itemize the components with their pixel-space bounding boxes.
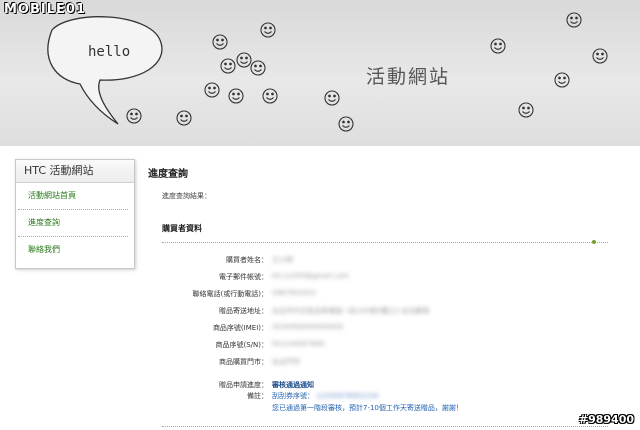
row-value: 台北市中正區忠孝東路一段100號5樓之3 台北郵局 xyxy=(272,307,430,315)
row-value: 刮刮券序號： 12345678901234 xyxy=(272,391,379,401)
sidebar-item-contact[interactable]: 聯絡我們 xyxy=(18,237,128,263)
section-divider xyxy=(162,240,608,244)
info-row: 贈品寄送地址： 台北市中正區忠孝東路一段100號5樓之3 台北郵局 xyxy=(148,306,608,323)
status-value: 審核通過通知 xyxy=(272,381,314,389)
info-row: 電子郵件帳號： htc12345@gmail.com xyxy=(148,272,608,289)
row-value: 王小明 xyxy=(272,256,293,264)
info-row: 聯絡電話(或行動電話)： 0987654321 xyxy=(148,289,608,306)
header-banner: hello 活動網站 xyxy=(0,0,640,146)
row-label: 贈品申請進度： xyxy=(219,381,268,389)
row-label: 電子郵件帳號： xyxy=(219,273,268,281)
approval-notice: 您已通過第一階段審核，預計7-10個工作天寄送贈品，謝謝！ xyxy=(272,404,463,412)
sidebar-nav: HTC 活動網站 活動網站首頁 進度查詢 聯絡我們 xyxy=(15,159,135,269)
row-value: FA1234567890 xyxy=(272,340,325,348)
site-title: 活動網站 xyxy=(366,66,451,88)
sidebar-title: HTC 活動網站 xyxy=(16,160,134,183)
info-row: 商品購買門市： 台北門市 xyxy=(148,357,608,374)
row-label: 購買者姓名： xyxy=(226,256,268,264)
progress-result-label: 進度查詢結果： xyxy=(162,192,211,200)
doodle-illustration: hello xyxy=(47,12,608,132)
info-row: 購買者姓名： 王小明 xyxy=(148,255,608,272)
row-label: 聯絡電話(或行動電話)： xyxy=(192,290,268,298)
bubble-text: hello xyxy=(88,44,130,60)
row-value: 0987654321 xyxy=(272,289,317,297)
row-label: 備註： xyxy=(247,392,268,400)
row-value: 台北門市 xyxy=(272,358,300,366)
coupon-number: 12345678901234 xyxy=(316,392,379,400)
info-row: 商品序號(IMEI)： 3534560000000000 xyxy=(148,323,608,340)
page-title: 進度查詢 xyxy=(148,169,188,180)
sidebar-item-home[interactable]: 活動網站首頁 xyxy=(18,183,128,210)
row-label: 商品序號(IMEI)： xyxy=(212,324,268,332)
row-label: 商品購買門市： xyxy=(219,358,268,366)
row-value: htc12345@gmail.com xyxy=(272,272,349,280)
sidebar-item-progress[interactable]: 進度查詢 xyxy=(18,210,128,237)
row-label: 商品序號(S/N)： xyxy=(215,341,269,349)
info-row: 商品序號(S/N)： FA1234567890 xyxy=(148,340,608,357)
divider-dot xyxy=(592,240,596,244)
buyer-info-table: 購買者姓名： 王小明 電子郵件帳號： htc12345@gmail.com 聯絡… xyxy=(148,255,608,408)
watermark-code: #989400 xyxy=(578,413,634,426)
section-title: 購買者資料 xyxy=(162,224,202,233)
main-content: 進度查詢 進度查詢結果： 購買者資料 購買者姓名： 王小明 電子郵件帳號： ht… xyxy=(148,160,608,427)
coupon-label: 刮刮券序號： xyxy=(272,392,314,400)
bottom-divider xyxy=(162,426,608,427)
row-label: 贈品寄送地址： xyxy=(219,307,268,315)
row-value: 3534560000000000 xyxy=(272,323,344,331)
watermark-logo: MOBILE01 xyxy=(4,2,86,17)
